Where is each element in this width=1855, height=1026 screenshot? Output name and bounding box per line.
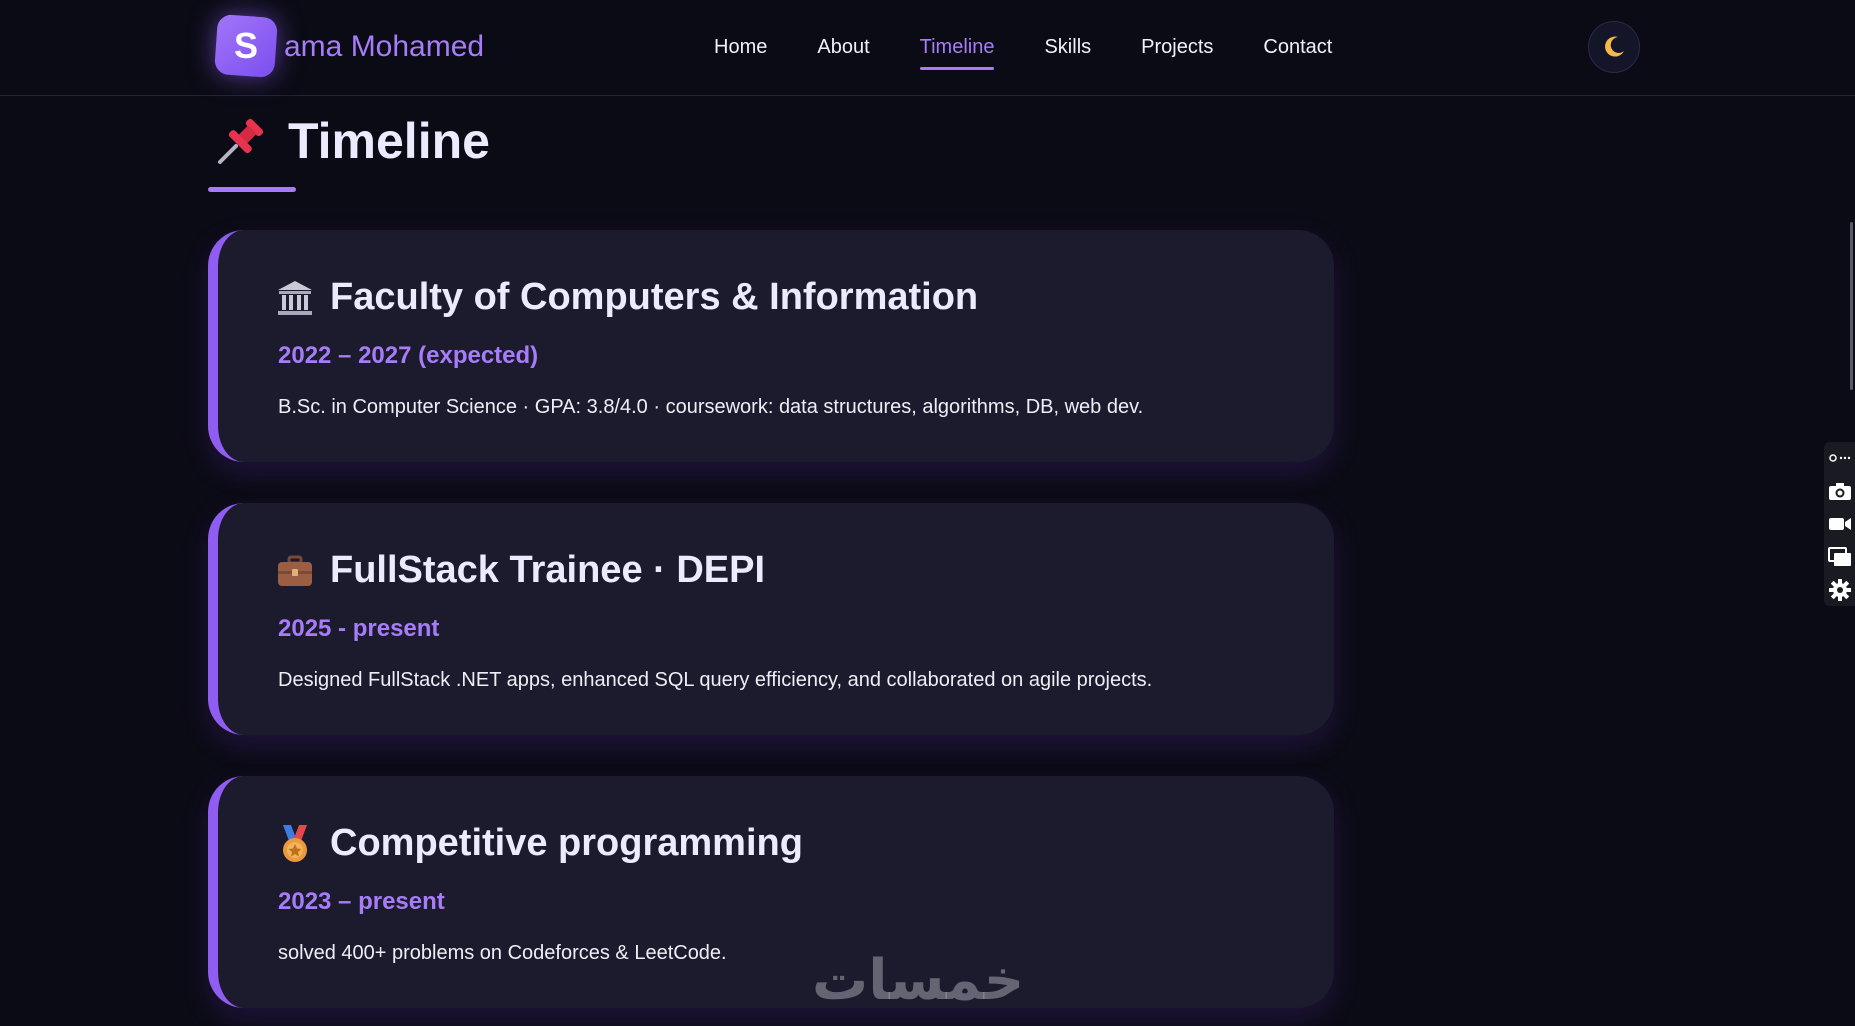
gear-icon[interactable]: [1827, 578, 1853, 602]
page-title: Timeline: [288, 113, 490, 169]
nav-home[interactable]: Home: [714, 34, 767, 60]
card-description: solved 400+ problems on Codeforces & Lee…: [278, 942, 727, 964]
watermark: خمسات: [812, 948, 1025, 1013]
card-title-row: FullStack Trainee · DEPI: [274, 549, 765, 592]
timeline-card: FullStack Trainee · DEPI 2025 - present …: [208, 503, 1334, 735]
nav-skills[interactable]: Skills: [1044, 34, 1091, 60]
card-title: FullStack Trainee · DEPI: [330, 549, 766, 591]
medal-icon: [283, 824, 307, 862]
video-camera-icon[interactable]: [1827, 512, 1853, 536]
link-icon[interactable]: [1827, 446, 1853, 470]
nav-timeline[interactable]: Timeline: [919, 34, 994, 70]
card-title: Faculty of Computers & Information: [330, 276, 979, 318]
card-title-row: Competitive programming: [274, 822, 803, 865]
title-underline: [208, 187, 296, 192]
nav-projects[interactable]: Projects: [1141, 34, 1213, 60]
card-description: Designed FullStack .NET apps, enhanced S…: [278, 669, 1153, 691]
card-description: B.Sc. in Computer Science · GPA: 3.8/4.0…: [278, 396, 1144, 418]
camera-icon[interactable]: [1827, 479, 1853, 503]
classical-building-icon: [278, 280, 312, 315]
nav-contact[interactable]: Contact: [1263, 34, 1332, 60]
brand-name[interactable]: ama Mohamed: [284, 30, 484, 64]
main-nav: Home About Timeline Skills Projects Cont…: [714, 34, 1332, 70]
page-title-row: Timeline: [214, 112, 490, 170]
card-date: 2022 – 2027 (expected): [278, 342, 539, 369]
logo-letter: S: [233, 24, 259, 66]
capture-toolbar: [1824, 442, 1855, 606]
moon-icon: [1605, 36, 1624, 57]
logo-badge[interactable]: S: [213, 13, 279, 79]
pushpin-icon: [218, 118, 264, 164]
card-date: 2025 - present: [278, 615, 440, 642]
nav-about[interactable]: About: [817, 34, 869, 60]
card-title: Competitive programming: [330, 822, 803, 864]
windows-icon[interactable]: [1827, 545, 1853, 569]
scrollbar[interactable]: [1850, 222, 1853, 390]
card-title-row: Faculty of Computers & Information: [274, 276, 978, 319]
briefcase-icon: [278, 555, 312, 586]
site-header: S ama Mohamed Home About Timeline Skills…: [0, 0, 1855, 96]
timeline-card: Faculty of Computers & Information 2022 …: [208, 230, 1334, 462]
timeline-card: Competitive programming 2023 – present s…: [208, 776, 1334, 1008]
theme-toggle-button[interactable]: [1588, 21, 1640, 73]
card-date: 2023 – present: [278, 888, 445, 915]
